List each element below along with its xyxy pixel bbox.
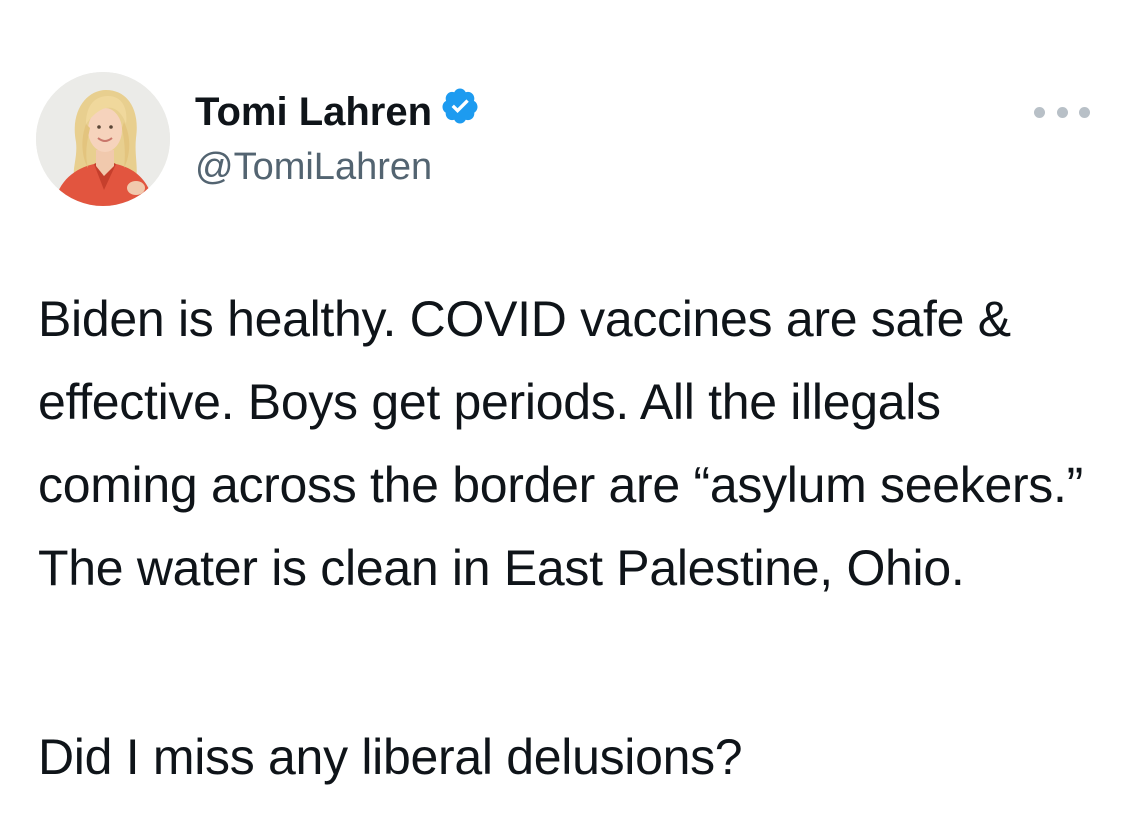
more-options-icon[interactable] <box>1034 98 1090 126</box>
verified-badge-icon <box>440 86 480 137</box>
dot <box>1056 106 1068 118</box>
author-handle[interactable]: @TomiLahren <box>195 144 432 190</box>
dot <box>1034 106 1045 118</box>
author-name[interactable]: Tomi Lahren <box>195 88 480 137</box>
tweet-card: Tomi Lahren @TomiLahren Biden is healthy… <box>0 0 1125 835</box>
tweet-text: Biden is healthy. COVID vaccines are saf… <box>38 291 1083 596</box>
author-avatar[interactable] <box>36 72 170 206</box>
author-name-text: Tomi Lahren <box>195 90 433 134</box>
tweet-text-second-paragraph: Did I miss any liberal delusions? <box>38 729 743 785</box>
avatar-photo-icon <box>36 72 170 206</box>
dot <box>1079 106 1090 118</box>
